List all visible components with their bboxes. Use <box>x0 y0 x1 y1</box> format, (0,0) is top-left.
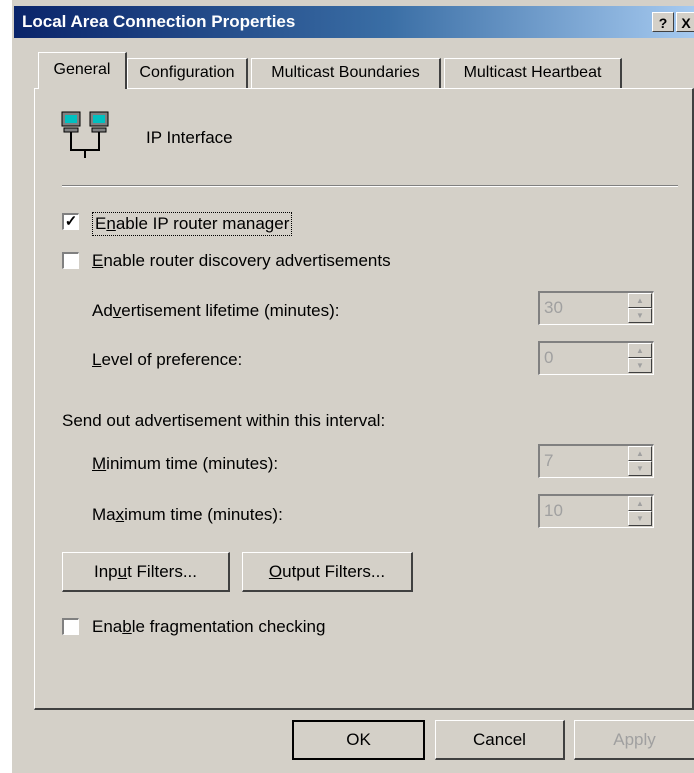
output-filters-button[interactable]: Output Filters... <box>242 552 413 592</box>
enable-router-manager-checkbox[interactable]: ✓ <box>62 213 79 230</box>
network-computers-icon <box>61 111 109 158</box>
enable-fragmentation-label[interactable]: Enable fragmentation checking <box>92 617 325 637</box>
spin-down-icon[interactable]: ▼ <box>628 358 652 373</box>
spin-down-icon[interactable]: ▼ <box>628 511 652 526</box>
tab-multicast-heartbeat[interactable]: Multicast Heartbeat <box>444 58 622 88</box>
enable-router-manager-label[interactable]: Enable IP router manager <box>92 212 293 236</box>
min-time-label: Minimum time (minutes): <box>92 454 279 473</box>
min-time-value: 7 <box>544 451 554 470</box>
spin-up-icon[interactable]: ▲ <box>628 343 652 358</box>
interval-heading: Send out advertisement within this inter… <box>62 411 386 430</box>
separator <box>62 185 678 187</box>
help-button[interactable]: ? <box>652 12 674 32</box>
spin-up-icon[interactable]: ▲ <box>628 496 652 511</box>
title-bar[interactable]: Local Area Connection Properties ? X <box>14 6 694 38</box>
max-time-value: 10 <box>544 501 563 520</box>
spin-down-icon[interactable]: ▼ <box>628 461 652 476</box>
tab-multicast-boundaries[interactable]: Multicast Boundaries <box>251 58 441 88</box>
window-title: Local Area Connection Properties <box>22 12 296 31</box>
enable-discovery-label[interactable]: Enable router discovery advertisements <box>92 251 391 271</box>
spin-up-icon[interactable]: ▲ <box>628 446 652 461</box>
spin-up-icon[interactable]: ▲ <box>628 293 652 308</box>
ok-button[interactable]: OK <box>292 720 425 760</box>
enable-discovery-checkbox[interactable] <box>62 252 79 269</box>
cancel-button[interactable]: Cancel <box>435 720 565 760</box>
spin-down-icon[interactable]: ▼ <box>628 308 652 323</box>
enable-fragmentation-checkbox[interactable] <box>62 618 79 635</box>
tab-general[interactable]: General <box>38 52 127 89</box>
max-time-label: Maximum time (minutes): <box>92 505 283 524</box>
preference-value: 0 <box>544 348 554 367</box>
preference-label: Level of preference: <box>92 350 243 369</box>
interface-label: IP Interface <box>146 128 233 147</box>
apply-button[interactable]: Apply <box>574 720 694 760</box>
preference-spinner[interactable]: 0 ▲ ▼ <box>538 341 654 375</box>
max-time-spinner[interactable]: 10 ▲ ▼ <box>538 494 654 528</box>
adv-lifetime-value: 30 <box>544 298 563 317</box>
close-button[interactable]: X <box>676 12 694 32</box>
adv-lifetime-label: Advertisement lifetime (minutes): <box>92 301 340 320</box>
min-time-spinner[interactable]: 7 ▲ ▼ <box>538 444 654 478</box>
tab-configuration[interactable]: Configuration <box>127 58 248 88</box>
input-filters-button[interactable]: Input Filters... <box>62 552 230 592</box>
adv-lifetime-spinner[interactable]: 30 ▲ ▼ <box>538 291 654 325</box>
